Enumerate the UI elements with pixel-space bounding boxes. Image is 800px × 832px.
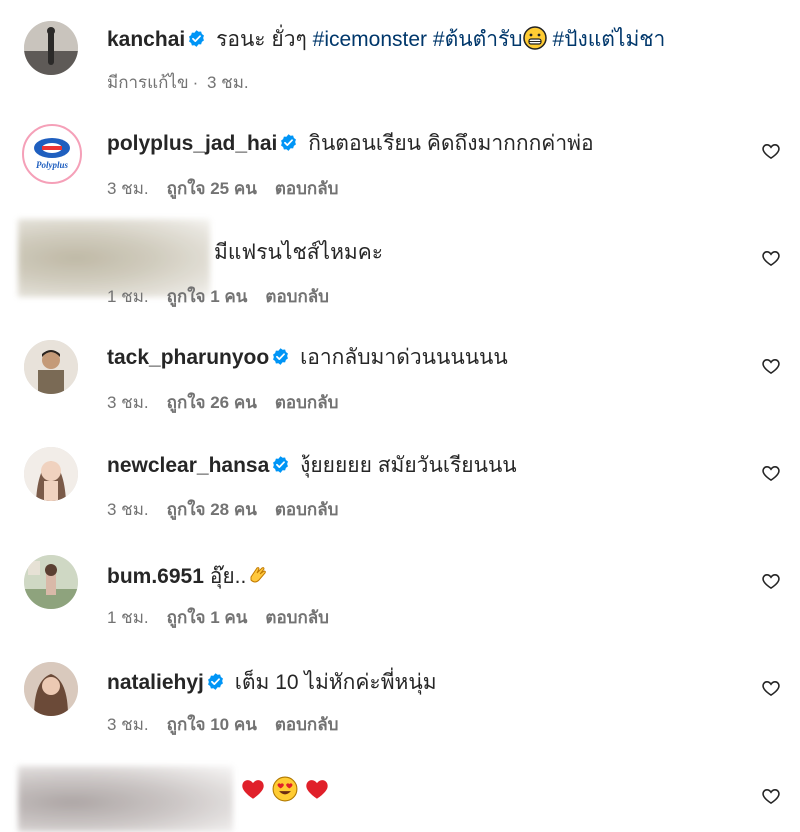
- comment-1-reply-button[interactable]: ตอบกลับ: [275, 179, 339, 198]
- hashtag-icemonster[interactable]: #icemonster: [313, 28, 427, 51]
- comment-6-time: 3 ชม.: [107, 715, 149, 734]
- comment-5-reply-button[interactable]: ตอบกลับ: [265, 608, 329, 627]
- avatar-bum-6951[interactable]: [24, 555, 78, 609]
- polyplus-logo-icon: Polyplus: [25, 127, 79, 181]
- hashtag-pang[interactable]: #ปังแต่ไม่ชา: [552, 28, 665, 51]
- comment-1-meta: 3 ชม. ถูกใจ 25 คน ตอบกลับ: [107, 175, 356, 202]
- caption-line: kanchai รอนะ ยั่วๆ #icemonster #ต้นตำรับ…: [107, 26, 665, 53]
- comment-3-time: 3 ชม.: [107, 393, 149, 412]
- comment-2-reply-button[interactable]: ตอบกลับ: [265, 287, 329, 306]
- comment-5-text: อุ๊ย..: [209, 565, 247, 588]
- comment-5-username[interactable]: bum.6951: [107, 565, 204, 588]
- comment-4-time: 3 ชม.: [107, 500, 149, 519]
- heart-eyes-emoji-icon: [272, 776, 298, 802]
- comment-6-meta: 3 ชม. ถูกใจ 10 คน ตอบกลับ: [107, 711, 356, 738]
- clapping-hands-emoji-icon: [250, 567, 267, 583]
- comment-2-likes[interactable]: ถูกใจ 1 คน: [167, 287, 248, 306]
- like-heart-icon[interactable]: [761, 248, 781, 268]
- avatar-tack-pharunyoo[interactable]: [24, 340, 78, 394]
- comment-4-meta: 3 ชม. ถูกใจ 28 คน ตอบกลับ: [107, 496, 356, 523]
- comment-2-time: 1 ชม.: [107, 287, 149, 306]
- verified-badge-icon: [189, 30, 205, 47]
- caption-time: 3 ชม.: [207, 73, 249, 92]
- comment-4-reply-button[interactable]: ตอบกลับ: [275, 500, 339, 519]
- verified-badge-icon: [273, 456, 289, 473]
- comment-6-username[interactable]: nataliehyj: [107, 671, 204, 694]
- like-heart-icon[interactable]: [761, 141, 781, 161]
- like-heart-icon[interactable]: [761, 463, 781, 483]
- comment-7-emojis: [240, 776, 330, 805]
- red-heart-emoji-icon: [305, 780, 328, 799]
- comment-1-likes[interactable]: ถูกใจ 25 คน: [167, 179, 257, 198]
- verified-badge-icon: [281, 134, 297, 151]
- like-heart-icon[interactable]: [761, 356, 781, 376]
- comment-3-likes[interactable]: ถูกใจ 26 คน: [167, 393, 257, 412]
- comment-5-time: 1 ชม.: [107, 608, 149, 627]
- comment-1-time: 3 ชม.: [107, 179, 149, 198]
- red-heart-emoji-icon: [242, 780, 264, 799]
- avatar-polyplus[interactable]: Polyplus: [22, 124, 82, 184]
- comment-3-text: เอากลับมาด่วนนนนนน: [300, 346, 508, 369]
- svg-text:Polyplus: Polyplus: [36, 160, 68, 170]
- comment-1-text: กินตอนเรียน คิดถึงมากกกค่าพ่อ: [308, 132, 594, 155]
- avatar-kanchai[interactable]: [24, 21, 78, 75]
- avatar-image: [24, 340, 78, 394]
- comment-4-text: งุ้ยยยยย สมัยวันเรียนนน: [300, 454, 517, 477]
- comment-1-username[interactable]: polyplus_jad_hai: [107, 132, 277, 155]
- comment-5-likes[interactable]: ถูกใจ 1 คน: [167, 608, 248, 627]
- comment-4-likes[interactable]: ถูกใจ 28 คน: [167, 500, 257, 519]
- comment-3-reply-button[interactable]: ตอบกลับ: [275, 393, 339, 412]
- avatar-image: [24, 447, 78, 501]
- blurred-avatar: [18, 766, 233, 832]
- verified-badge-icon: [207, 673, 223, 690]
- comment-6-text: เต็ม 10 ไม่หักค่ะพี่หนุ่ม: [234, 671, 437, 694]
- comment-2-text: มีแฟรนไชส์ไหมคะ: [214, 241, 384, 264]
- hashtag-tontamrub[interactable]: #ต้นตำรับ: [433, 28, 523, 51]
- comment-5-meta: 1 ชม. ถูกใจ 1 คน ตอบกลับ: [107, 604, 347, 631]
- avatar-nataliehyj[interactable]: [24, 662, 78, 716]
- comment-4-username[interactable]: newclear_hansa: [107, 454, 269, 477]
- comment-6-line: nataliehyj เต็ม 10 ไม่หักค่ะพี่หนุ่ม: [107, 670, 437, 696]
- avatar-image: [24, 662, 78, 716]
- comment-5-line: bum.6951 อุ๊ย..: [107, 563, 270, 590]
- edited-label: มีการแก้ไข: [107, 73, 189, 92]
- caption-text: รอนะ ยั่วๆ: [216, 28, 307, 51]
- comment-3-username[interactable]: tack_pharunyoo: [107, 346, 269, 369]
- avatar-image: [24, 555, 78, 609]
- comment-2-line: มีแฟรนไชส์ไหมคะ: [214, 240, 383, 266]
- comment-1-line: polyplus_jad_hai กินตอนเรียน คิดถึงมากกก…: [107, 131, 594, 157]
- like-heart-icon[interactable]: [761, 571, 781, 591]
- comment-4-line: newclear_hansa งุ้ยยยยย สมัยวันเรียนนน: [107, 453, 517, 479]
- caption-username[interactable]: kanchai: [107, 28, 185, 51]
- comment-3-line: tack_pharunyoo เอากลับมาด่วนนนนนน: [107, 345, 508, 371]
- verified-badge-icon: [273, 348, 289, 365]
- avatar-image: [24, 21, 78, 75]
- comment-6-likes[interactable]: ถูกใจ 10 คน: [167, 715, 257, 734]
- comment-2-meta: 1 ชม. ถูกใจ 1 คน ตอบกลับ: [107, 283, 347, 310]
- like-heart-icon[interactable]: [761, 678, 781, 698]
- avatar-newclear-hansa[interactable]: [24, 447, 78, 501]
- like-heart-icon[interactable]: [761, 786, 781, 806]
- caption-meta: มีการแก้ไข · 3 ชม.: [107, 73, 249, 92]
- comment-6-reply-button[interactable]: ตอบกลับ: [275, 715, 339, 734]
- comment-3-meta: 3 ชม. ถูกใจ 26 คน ตอบกลับ: [107, 389, 356, 416]
- grimacing-face-emoji-icon: [522, 26, 547, 50]
